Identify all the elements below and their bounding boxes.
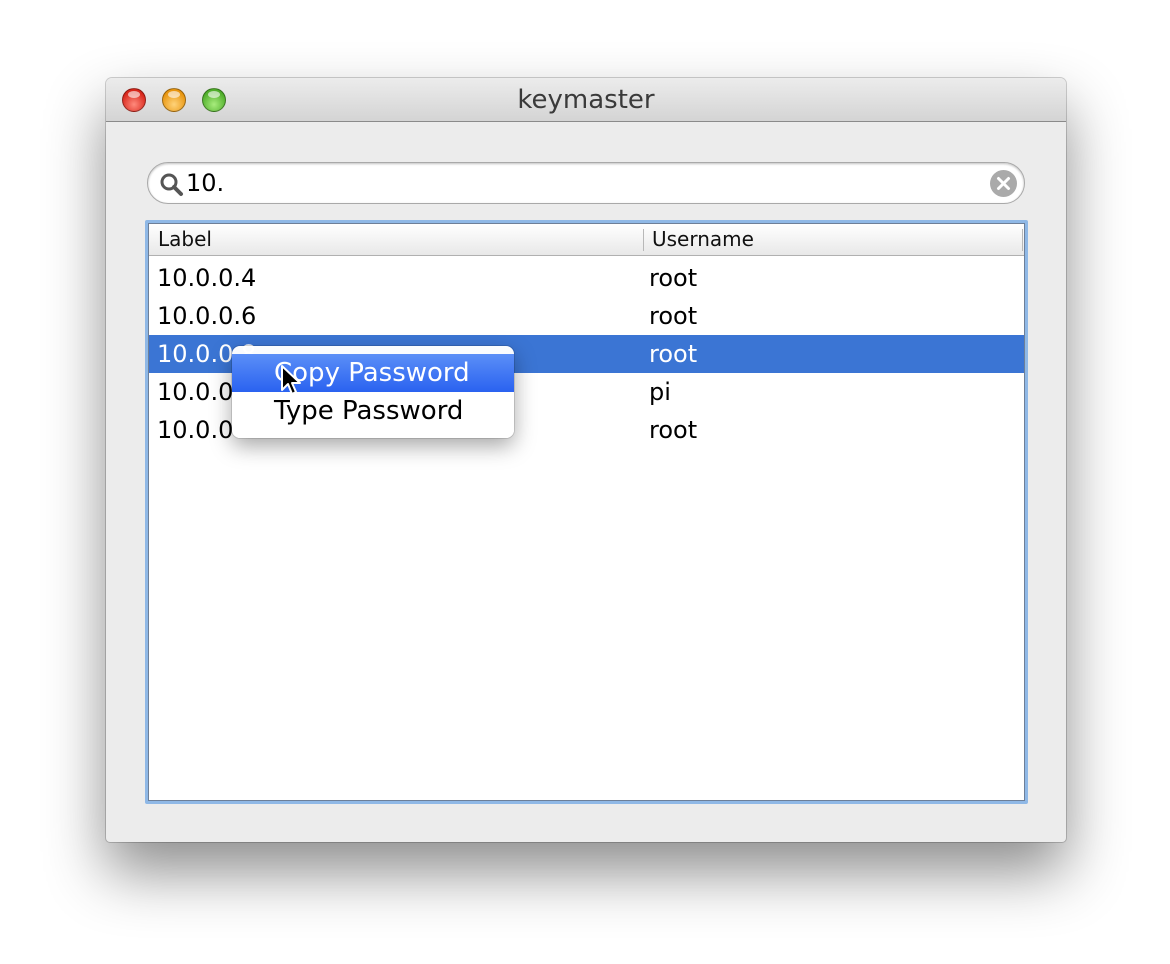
row-label: 10.0.0.4 — [157, 264, 257, 292]
window-title: keymaster — [517, 85, 655, 115]
context-menu: Copy Password Type Password — [232, 346, 514, 438]
column-divider[interactable] — [643, 229, 644, 251]
table-body: Label Username 10.0.0.4 root 10.0.0.6 ro… — [148, 223, 1025, 801]
column-header-username[interactable]: Username — [652, 224, 754, 255]
search-input[interactable] — [186, 167, 976, 199]
column-divider — [1022, 229, 1023, 251]
search-icon — [160, 173, 183, 196]
row-username: pi — [649, 378, 671, 406]
row-username: root — [649, 302, 698, 330]
search-field[interactable] — [147, 162, 1025, 204]
row-label: 10.0.0 — [157, 378, 234, 406]
results-table[interactable]: Label Username 10.0.0.4 root 10.0.0.6 ro… — [145, 220, 1028, 804]
arrow-cursor-icon — [281, 365, 301, 395]
row-username: root — [649, 264, 698, 292]
table-row[interactable]: 10.0.0.4 root — [149, 259, 1024, 297]
row-label: 10.0.0 — [157, 416, 234, 444]
title-bar[interactable]: keymaster — [106, 78, 1066, 122]
row-username: root — [649, 416, 698, 444]
menu-item-copy-password[interactable]: Copy Password — [232, 354, 514, 392]
row-label: 10.0.0.6 — [157, 302, 257, 330]
app-window: keymaster Label Username 10.0.0.4 root — [106, 78, 1066, 842]
table-row[interactable]: 10.0.0.6 root — [149, 297, 1024, 335]
menu-item-type-password[interactable]: Type Password — [232, 392, 514, 430]
row-username: root — [649, 340, 698, 368]
clear-icon[interactable] — [990, 170, 1017, 197]
table-header: Label Username — [149, 224, 1024, 256]
column-header-label[interactable]: Label — [158, 224, 212, 255]
